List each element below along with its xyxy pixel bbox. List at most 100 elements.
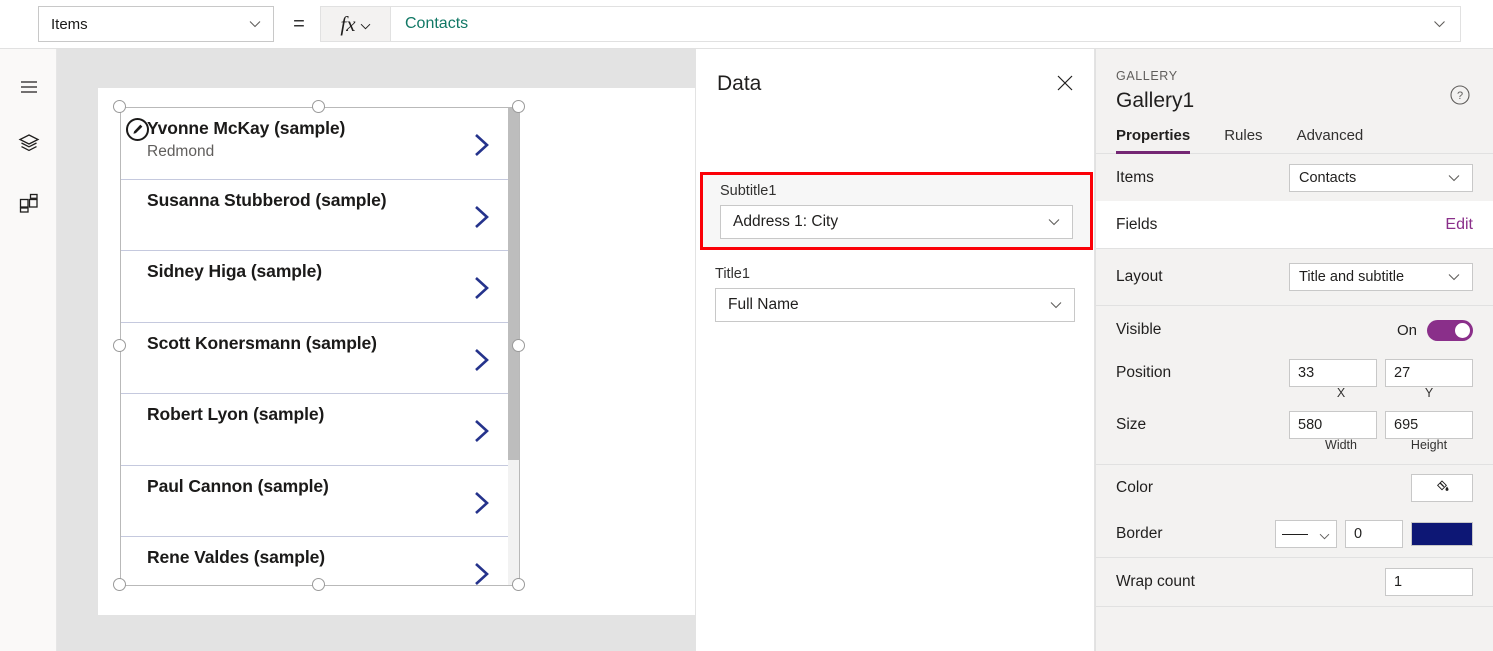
properties-group-appearance: Color Border 0 [1096,465,1493,558]
left-rail [0,49,57,651]
gallery-row[interactable]: Sidney Higa (sample) [121,251,514,323]
selection-handle-top-right[interactable] [512,100,525,113]
control-type-label: GALLERY [1116,69,1178,83]
paint-bucket-icon [1435,478,1450,498]
wrap-count-input[interactable]: 1 [1385,568,1473,596]
formula-value: Contacts [405,15,469,32]
gallery-row[interactable]: Susanna Stubberod (sample) [121,180,514,251]
selection-handle-top-center[interactable] [312,100,325,113]
property-row-items: Items Contacts [1096,154,1493,201]
chevron-right-icon[interactable] [472,490,492,516]
subtitle-field-label: Subtitle1 [720,183,777,199]
selection-handle-top-left[interactable] [113,100,126,113]
gallery-row-title: Sidney Higa (sample) [147,261,322,281]
layout-label: Layout [1116,268,1163,285]
chevron-down-icon [360,19,371,30]
gallery-row[interactable]: Robert Lyon (sample) [121,394,514,466]
layout-value: Title and subtitle [1299,269,1405,285]
gallery-row-title: Paul Cannon (sample) [147,475,329,496]
formula-input[interactable]: Contacts [390,6,1461,42]
properties-panel-header: GALLERY Gallery1 ? [1096,49,1493,113]
color-picker-button[interactable] [1411,474,1473,502]
gallery-row-title: Rene Valdes (sample) [147,547,325,567]
chevron-right-icon[interactable] [472,275,492,301]
properties-group-geometry: Visible On Position 33 27 X Y Size 580 6… [1096,306,1493,465]
tree-view-icon[interactable] [14,128,44,158]
property-selector[interactable]: Items [38,6,274,42]
hamburger-menu-icon[interactable] [14,72,44,102]
properties-group-wrap: Wrap count 1 [1096,558,1493,607]
title-field-dropdown[interactable]: Full Name [715,288,1075,322]
property-row-color: Color [1096,465,1493,511]
chevron-down-icon[interactable] [1433,18,1446,31]
items-label: Items [1116,168,1154,186]
size-height-input[interactable]: 695 [1385,411,1473,439]
app-screen: Yvonne McKay (sample) Redmond Susanna Stub… [98,88,695,615]
title-field-value: Full Name [728,296,799,313]
chevron-down-icon [1048,216,1060,228]
gallery-row[interactable]: Paul Cannon (sample) [121,466,514,537]
chevron-down-icon [1448,172,1460,184]
wrap-count-label: Wrap count [1116,573,1195,590]
position-x-input[interactable]: 33 [1289,359,1377,387]
selection-handle-middle-right[interactable] [512,339,525,352]
border-color-swatch[interactable] [1411,522,1473,546]
edit-fields-link[interactable]: Edit [1445,216,1473,234]
property-row-position: Position 33 27 [1096,354,1493,392]
tab-rules[interactable]: Rules [1224,127,1262,153]
position-label: Position [1116,364,1172,381]
selection-handle-bottom-left[interactable] [113,578,126,591]
property-row-wrap-count: Wrap count 1 [1096,558,1493,606]
properties-group-layout: Layout Title and subtitle [1096,249,1493,306]
visible-toggle[interactable] [1427,319,1473,341]
chevron-right-icon[interactable] [472,132,492,158]
properties-panel: GALLERY Gallery1 ? Properties Rules Adva… [1095,49,1493,651]
gallery-row[interactable]: Yvonne McKay (sample) Redmond [121,108,514,180]
data-panel-header: Data [696,49,1094,119]
border-width-input[interactable]: 0 [1345,520,1403,548]
visible-state-label: On [1396,321,1417,339]
properties-group-data: Items Contacts Fields Edit [1096,154,1493,249]
chevron-right-icon[interactable] [472,418,492,444]
control-name-label: Gallery1 [1116,89,1195,112]
selection-handle-bottom-right[interactable] [512,578,525,591]
selection-handle-middle-left[interactable] [113,339,126,352]
chevron-right-icon[interactable] [472,561,492,585]
gallery-row-title: Scott Konersmann (sample) [147,332,377,353]
items-dropdown[interactable]: Contacts [1289,163,1473,192]
edit-pencil-badge-icon[interactable] [126,118,149,141]
tab-properties[interactable]: Properties [1116,127,1191,154]
help-icon[interactable]: ? [1449,84,1471,106]
visible-toggle-wrap: On [1396,319,1473,341]
gallery-scrollbar-thumb[interactable] [508,108,519,460]
fx-button[interactable]: fx [320,6,390,42]
gallery-row-list: Yvonne McKay (sample) Redmond Susanna Stub… [121,108,514,585]
property-row-border: Border 0 [1096,511,1493,557]
gallery-row-subtitle: Redmond [147,143,215,160]
size-inputs: 580 695 [1289,411,1473,439]
tab-advanced[interactable]: Advanced [1297,127,1364,153]
items-value: Contacts [1299,169,1357,186]
equals-sign: = [293,12,305,35]
property-row-size: Size 580 695 [1096,406,1493,444]
subtitle-field-value: Address 1: City [733,213,839,230]
size-width-input[interactable]: 580 [1289,411,1377,439]
gallery-control[interactable]: Yvonne McKay (sample) Redmond Susanna Stub… [120,107,520,586]
fields-label: Fields [1116,215,1158,233]
chevron-right-icon[interactable] [472,204,492,230]
gallery-row[interactable]: Scott Konersmann (sample) [121,323,514,394]
chevron-down-icon [1319,529,1330,540]
chevron-right-icon[interactable] [472,347,492,373]
selection-handle-bottom-center[interactable] [312,578,325,591]
layout-dropdown[interactable]: Title and subtitle [1289,263,1473,291]
insert-icon[interactable] [14,188,44,218]
border-style-dropdown[interactable] [1275,520,1337,548]
position-y-input[interactable]: 27 [1385,359,1473,387]
border-controls: 0 [1275,520,1473,548]
gallery-row-title: Susanna Stubberod (sample) [147,189,387,210]
properties-panel-tabs: Properties Rules Advanced [1096,127,1493,154]
power-apps-studio: Items = fx Contacts Yvonne McKay (sample… [0,0,1493,651]
canvas-area: Yvonne McKay (sample) Redmond Susanna Stub… [57,49,695,651]
close-icon[interactable] [1054,72,1076,94]
subtitle-field-dropdown[interactable]: Address 1: City [720,205,1073,239]
